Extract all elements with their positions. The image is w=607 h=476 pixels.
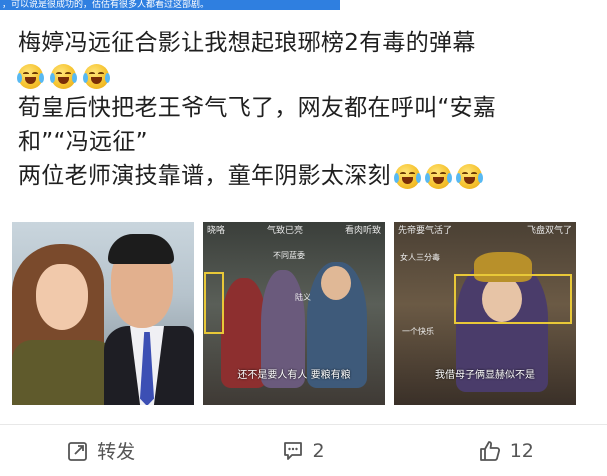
danmaku-comment: 看肉听致 [344, 226, 381, 236]
laughing-tears-emoji-icon [83, 63, 110, 89]
comment-icon [284, 441, 303, 460]
danmaku-comment: 气致已亮 [266, 226, 303, 236]
post-text-line-3: 和”“冯远征” [18, 129, 148, 155]
post-text-line-4: 两位老师演技靠谱，童年阴影太深刻 [18, 159, 593, 193]
comment-button[interactable]: 2 [202, 440, 404, 462]
danmaku-comment: 飞盘双气了 [526, 226, 572, 236]
like-button[interactable]: 12 [405, 439, 607, 463]
laughing-tears-emoji-icon [424, 164, 452, 189]
post-text-line-4-text: 两位老师演技靠谱，童年阴影太深刻 [18, 163, 391, 189]
repost-button[interactable]: 转发 [0, 437, 202, 464]
action-bar: 转发 2 12 [0, 424, 607, 476]
danmaku-comment: 晓咯 [207, 226, 226, 236]
repost-icon [68, 441, 88, 461]
photo-subtitle: 还不是要人有人 要粮有粮 [237, 370, 351, 381]
post-text-line-1: 梅婷冯远征合影让我想起琅琊榜2有毒的弹幕 [18, 30, 476, 56]
like-count: 12 [509, 439, 534, 462]
laughing-tears-emoji-icon [455, 164, 483, 189]
photo-drama-still-1[interactable]: 晓咯 气致已亮 看肉听致 不同蓝委 陆义 还不是要人有人 要粮有粮 [203, 222, 385, 405]
laughing-tears-emoji-icon [393, 164, 421, 189]
top-banner: ，可以说是很成功的，估估有很多人都看过这部剧。 [0, 0, 340, 10]
post-text-line-2: 荀皇后快把老王爷气飞了，网友都在呼叫“安嘉 [18, 95, 497, 121]
thumbs-up-icon [479, 440, 500, 461]
photo-subtitle: 我借母子俩显赫似不是 [435, 370, 535, 381]
repost-label: 转发 [97, 441, 136, 463]
emoji-row [17, 63, 593, 89]
photo-drama-still-2[interactable]: 先帝要气活了 飞盘双气了 女人三分毒 一个快乐 我借母子俩显赫似不是 [394, 222, 576, 405]
laughing-tears-emoji-icon [50, 63, 77, 89]
danmaku-comment: 先帝要气活了 [398, 226, 453, 236]
post-body: 梅婷冯远征合影让我想起琅琊榜2有毒的弹幕 荀皇后快把老王爷气飞了，网友都在呼叫“… [17, 26, 593, 193]
photo-selfie[interactable] [12, 222, 194, 405]
comment-count: 2 [312, 439, 325, 462]
inline-emoji-group [393, 164, 483, 189]
photo-top-comments: 先帝要气活了 飞盘双气了 [394, 223, 576, 236]
photo-top-comments: 晓咯 气致已亮 看肉听致 [203, 223, 385, 236]
laughing-tears-emoji-icon [17, 63, 44, 89]
photo-grid: 晓咯 气致已亮 看肉听致 不同蓝委 陆义 还不是要人有人 要粮有粮 先帝要气活了… [12, 222, 576, 405]
